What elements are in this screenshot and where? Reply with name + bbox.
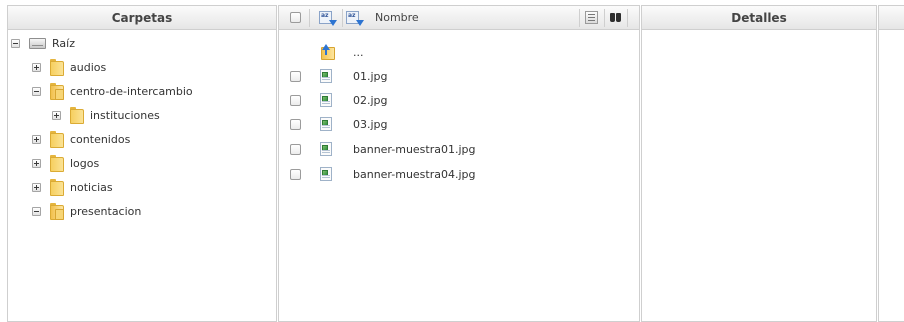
tree-node-label[interactable]: presentacion <box>70 205 141 218</box>
tree-node-label[interactable]: contenidos <box>70 133 130 146</box>
file-checkbox[interactable] <box>290 169 301 180</box>
tree-node-label[interactable]: Raíz <box>52 37 75 50</box>
file-checkbox[interactable] <box>290 144 301 155</box>
image-file-icon <box>320 167 332 181</box>
preview-panel <box>878 5 904 322</box>
divider <box>604 9 605 27</box>
tree-node-label[interactable]: audios <box>70 61 106 74</box>
tree-node-label[interactable]: noticias <box>70 181 113 194</box>
tree-node-logos[interactable]: logos <box>32 152 99 174</box>
divider <box>579 9 580 27</box>
search-binoculars-icon[interactable] <box>609 11 622 24</box>
file-name[interactable]: banner-muestra04.jpg <box>353 164 476 186</box>
file-name[interactable]: 01.jpg <box>353 66 388 88</box>
collapse-toggle-icon[interactable] <box>32 86 41 96</box>
files-toolbar: az az Nombre <box>279 6 639 30</box>
tree-node-contenidos[interactable]: contenidos <box>32 128 130 150</box>
parent-folder-row[interactable]: ... <box>279 42 639 64</box>
tree-node-label[interactable]: logos <box>70 157 99 170</box>
folder-open-icon <box>50 202 64 220</box>
folder-icon <box>50 178 64 196</box>
file-row[interactable]: banner-muestra01.jpg <box>279 139 639 161</box>
tree-node-root[interactable]: Raíz <box>11 32 75 54</box>
folder-icon <box>50 58 64 76</box>
file-row[interactable]: 02.jpg <box>279 90 639 112</box>
image-file-icon <box>320 93 332 107</box>
image-file-icon <box>320 117 332 131</box>
collapse-toggle-icon[interactable] <box>11 38 20 48</box>
file-checkbox[interactable] <box>290 119 301 130</box>
file-name[interactable]: 03.jpg <box>353 114 388 136</box>
tree-node-audios[interactable]: audios <box>32 56 106 78</box>
divider <box>342 9 343 27</box>
folder-icon <box>70 106 84 124</box>
file-checkbox[interactable] <box>290 95 301 106</box>
drive-icon <box>29 37 46 49</box>
folder-up-icon <box>321 44 335 60</box>
image-file-icon <box>320 142 332 156</box>
collapse-toggle-icon[interactable] <box>32 206 41 216</box>
sort-by-name-desc-icon[interactable]: az <box>346 10 364 26</box>
expand-toggle-icon[interactable] <box>32 134 41 144</box>
expand-toggle-icon[interactable] <box>32 182 41 192</box>
divider <box>309 9 310 27</box>
folders-panel: Carpetas Raíz audios centro-de-intercamb… <box>7 5 277 322</box>
folders-panel-header: Carpetas <box>8 6 276 30</box>
columns-view-icon[interactable] <box>585 11 598 24</box>
name-column-header[interactable]: Nombre <box>375 6 419 30</box>
tree-node-label[interactable]: centro-de-intercambio <box>70 85 193 98</box>
tree-node-noticias[interactable]: noticias <box>32 176 113 198</box>
expand-toggle-icon[interactable] <box>52 110 61 120</box>
details-panel-header: Detalles <box>642 6 876 30</box>
tree-node-instituciones[interactable]: instituciones <box>52 104 160 126</box>
folder-open-icon <box>50 82 64 100</box>
folders-panel-title: Carpetas <box>111 11 173 25</box>
expand-toggle-icon[interactable] <box>32 158 41 168</box>
file-row[interactable]: banner-muestra04.jpg <box>279 164 639 186</box>
image-file-icon <box>320 69 332 83</box>
folder-icon <box>50 130 64 148</box>
preview-panel-header <box>879 6 904 30</box>
details-panel: Detalles <box>641 5 877 322</box>
parent-folder-label[interactable]: ... <box>353 42 364 64</box>
expand-toggle-icon[interactable] <box>32 62 41 72</box>
select-all-checkbox[interactable] <box>290 12 301 23</box>
divider <box>627 9 628 27</box>
file-name[interactable]: banner-muestra01.jpg <box>353 139 476 161</box>
tree-node-presentacion[interactable]: presentacion <box>32 200 141 222</box>
folder-icon <box>50 154 64 172</box>
file-name[interactable]: 02.jpg <box>353 90 388 112</box>
sort-by-name-icon[interactable]: az <box>319 10 337 26</box>
file-checkbox[interactable] <box>290 71 301 82</box>
tree-node-label[interactable]: instituciones <box>90 109 160 122</box>
tree-node-centro-de-intercambio[interactable]: centro-de-intercambio <box>32 80 193 102</box>
file-row[interactable]: 01.jpg <box>279 66 639 88</box>
details-panel-title: Detalles <box>731 11 787 25</box>
file-row[interactable]: 03.jpg <box>279 114 639 136</box>
files-panel: az az Nombre ... 01.jpg 02.jpg 03.jpg ba… <box>278 5 640 322</box>
